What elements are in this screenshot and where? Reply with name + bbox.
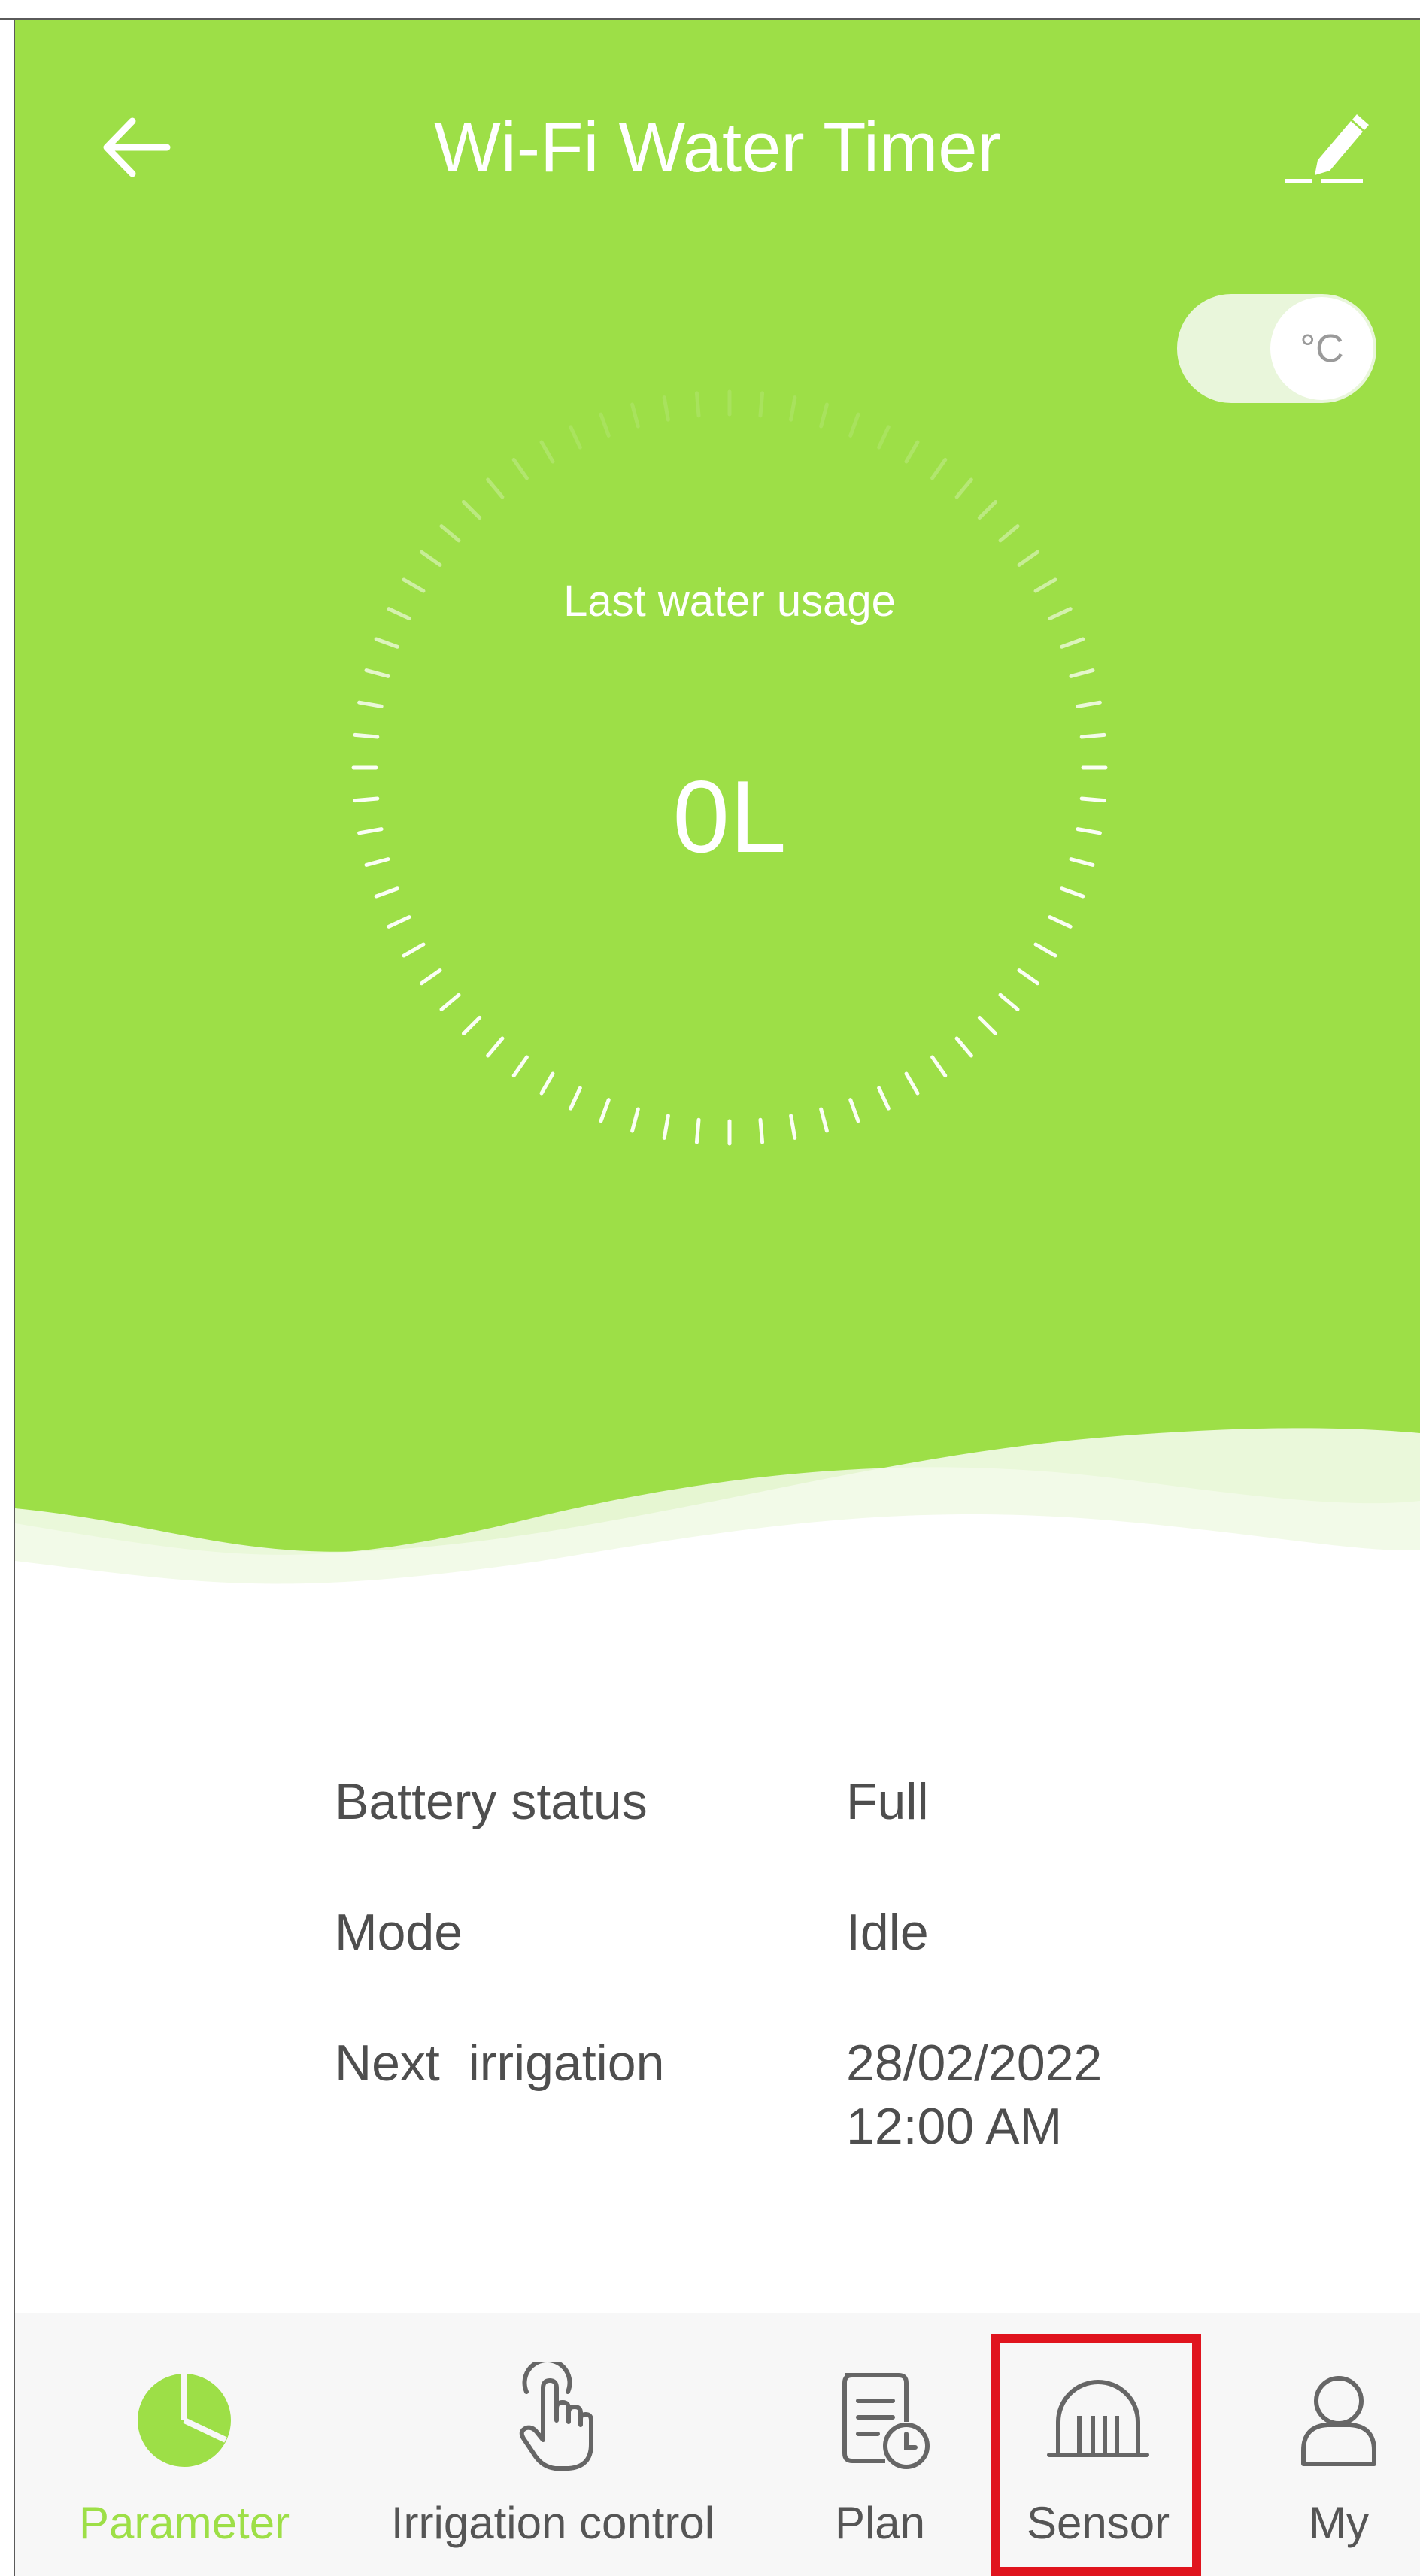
gauge-tick <box>848 1098 860 1123</box>
tab-my[interactable]: My <box>1249 2313 1420 2576</box>
frame-edge-top <box>0 0 1420 20</box>
gauge-tick <box>1079 732 1106 739</box>
gauge-label: Last water usage <box>563 577 896 626</box>
gauge-tick <box>819 402 829 429</box>
sensor-dome-icon <box>1047 2380 1149 2457</box>
gauge-tick <box>758 391 765 418</box>
pie-chart-icon <box>138 2374 231 2467</box>
gauge-tick <box>1033 942 1057 958</box>
user-icon <box>1301 2376 1376 2466</box>
gauge-tick <box>539 1071 555 1096</box>
gauge-tick <box>1060 886 1085 899</box>
tab-plan[interactable]: Plan <box>782 2313 978 2576</box>
hand-pointer-icon <box>519 2362 593 2471</box>
gauge-tick <box>419 550 442 567</box>
gauge-tick <box>662 395 670 422</box>
tab-sensor[interactable]: Sensor <box>993 2313 1203 2576</box>
gauge-tick <box>439 993 461 1011</box>
gauge-tick <box>357 700 384 708</box>
device-info: Battery status Full Mode Idle Next irrig… <box>15 1606 1420 2313</box>
page-title: Wi-Fi Water Timer <box>434 108 1001 186</box>
gauge-tick <box>789 395 797 422</box>
gauge-value: 0L <box>672 759 787 874</box>
bottom-tab-bar: Parameter Irrigation control Plan Sensor… <box>15 2313 1420 2576</box>
battery-status-label: Battery status <box>335 1773 648 1830</box>
gauge-tick <box>569 1086 582 1111</box>
gauge-tick <box>904 1071 920 1096</box>
gauge-tick <box>1069 668 1095 678</box>
gauge-tick <box>1017 550 1040 567</box>
gauge-tick <box>374 886 399 899</box>
gauge-tick <box>694 391 701 418</box>
gauge-tick <box>353 732 380 739</box>
pencil-icon <box>1285 114 1369 183</box>
gauge-tick <box>387 915 411 929</box>
gauge-tick <box>599 1098 611 1123</box>
gauge-tick <box>662 1114 670 1140</box>
gauge-tick <box>486 1036 505 1058</box>
temperature-unit-toggle[interactable]: °C <box>1177 294 1376 403</box>
gauge-tick <box>511 1055 529 1078</box>
gauge-tick <box>1060 637 1085 649</box>
toggle-knob: °C <box>1270 297 1373 400</box>
gauge-tick <box>374 637 399 649</box>
gauge-tick <box>789 1114 797 1140</box>
gauge-tick <box>630 1107 640 1133</box>
gauge-tick <box>977 1015 998 1036</box>
gauge-tick <box>1076 700 1102 708</box>
gauge-tick <box>954 1036 973 1058</box>
unit-label: °C <box>1300 326 1344 371</box>
gauge-tick <box>461 1015 482 1036</box>
gauge-tick <box>364 668 390 678</box>
gauge-tick <box>439 524 461 543</box>
gauge-tick <box>402 942 426 958</box>
gauge-tick <box>954 477 973 499</box>
gauge-tick <box>486 477 505 499</box>
gauge-tick <box>758 1117 765 1144</box>
gauge-tick <box>694 1117 701 1144</box>
tab-parameter[interactable]: Parameter <box>45 2313 323 2576</box>
app-screen: Wi-Fi Water Timer °C Last water usage 0L… <box>0 0 1420 2576</box>
frame-edge-left <box>0 20 15 2576</box>
tab-label-irrigation-control: Irrigation control <box>390 2498 715 2548</box>
gauge-tick <box>569 425 582 450</box>
gauge-tick <box>998 524 1020 543</box>
gauge-tick <box>998 993 1020 1011</box>
gauge-tick <box>819 1107 829 1133</box>
next-irrigation-label: Next irrigation <box>335 2035 665 2092</box>
gauge-tick <box>539 440 555 464</box>
gauge-tick <box>419 968 442 986</box>
tab-label-my: My <box>1309 2498 1369 2548</box>
mode-label: Mode <box>335 1904 463 1961</box>
hero-panel: Wi-Fi Water Timer °C Last water usage 0L <box>15 20 1420 1606</box>
schedule-document-icon <box>842 2373 930 2469</box>
gauge-tick <box>904 440 920 464</box>
tab-label-parameter: Parameter <box>78 2498 290 2548</box>
gauge-tick <box>977 499 998 520</box>
next-irrigation-time: 12:00 AM <box>846 2098 1063 2155</box>
gauge-tick <box>511 457 529 480</box>
gauge-tick <box>1017 968 1040 986</box>
gauge-tick <box>877 1086 891 1111</box>
gauge-tick <box>1048 915 1073 929</box>
gauge-tick <box>630 402 640 429</box>
gauge-tick <box>877 425 891 450</box>
gauge-tick <box>461 499 482 520</box>
gauge-tick <box>599 412 611 438</box>
next-irrigation-date: 28/02/2022 <box>846 2035 1103 2092</box>
tab-label-sensor: Sensor <box>1026 2498 1170 2548</box>
mode-value: Idle <box>846 1904 929 1961</box>
edit-button[interactable] <box>1264 95 1384 200</box>
tab-label-plan: Plan <box>834 2498 926 2548</box>
gauge-tick <box>848 412 860 438</box>
battery-status-value: Full <box>846 1773 929 1830</box>
tab-irrigation-control[interactable]: Irrigation control <box>353 2313 752 2576</box>
wave-decoration <box>15 1428 1420 1606</box>
gauge-tick <box>930 1055 948 1078</box>
gauge-tick <box>930 457 948 480</box>
